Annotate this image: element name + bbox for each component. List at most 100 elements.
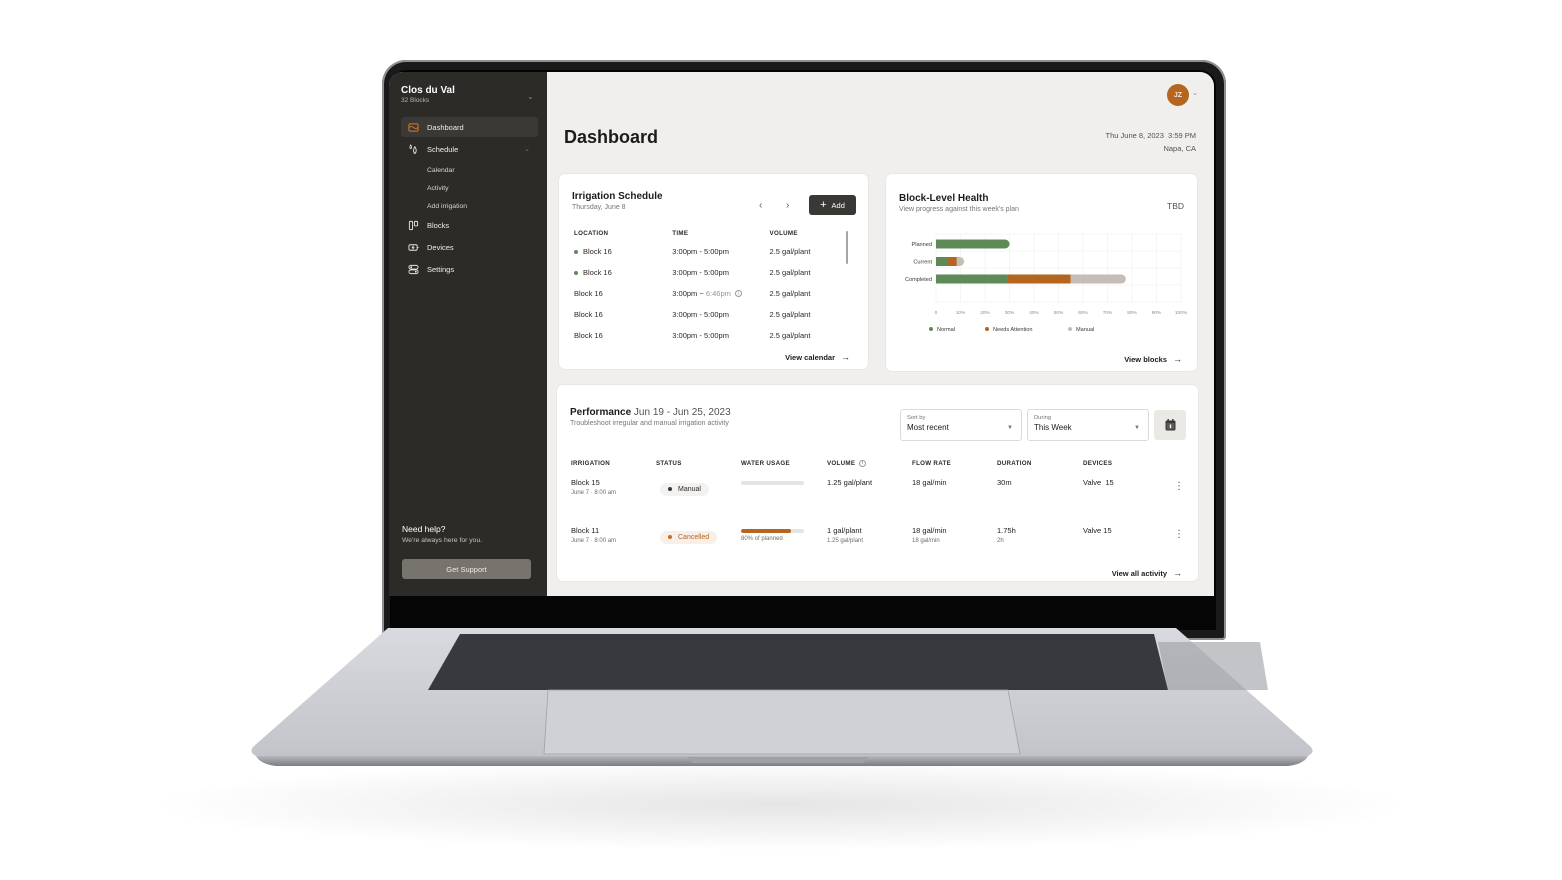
water-usage-fill [741,529,792,533]
chevron-down-icon[interactable]: ⌄ [1192,89,1198,97]
row-volume-planned: 1.25 gal/plant [827,538,864,544]
table-row[interactable]: Block 16 3:00pm ~ 6:46pm i 2.5 gal/plant [574,283,839,304]
sidebar: Clos du Val 32 Blocks ⌄ Dashboard Schedu… [389,72,547,596]
sidebar-subitem-add-irrigation[interactable]: Add irrigation [401,197,538,215]
table-header: IRRIGATION STATUS WATER USAGE VOLUME i F… [571,457,1163,469]
sidebar-subitem-calendar[interactable]: Calendar [401,161,538,179]
column-header: FLOW RATE [912,459,952,467]
sidebar-item-devices[interactable]: Devices [401,237,538,257]
calendar-button[interactable] [1154,410,1186,440]
legend-label: Manual [1076,327,1094,333]
column-header: WATER USAGE [741,459,790,467]
view-blocks-link[interactable]: View blocks → [1124,354,1182,364]
view-calendar-link[interactable]: View calendar → [785,352,850,362]
schedule-table: LOCATION TIME VOLUME Block 16 3:00pm - 5… [574,227,839,346]
info-icon[interactable]: i [859,459,867,467]
chevron-left-icon[interactable]: ‹ [759,200,762,211]
water-usage-bar [741,481,804,485]
row-volume: 2.5 gal/plant [769,310,811,319]
caret-down-icon: ▼ [1007,425,1013,431]
schedule-date: Thursday, June 8 [572,204,626,211]
sidebar-item-blocks[interactable]: Blocks [401,215,538,235]
table-row[interactable]: Block 16 3:00pm - 5:00pm 2.5 gal/plant [574,262,839,283]
water-usage-bar [741,529,804,533]
row-duration: 1.75h [997,526,1016,535]
water-drops-icon [407,143,419,155]
bar-segment-needs-attention [947,257,957,266]
row-location: Block 16 [574,289,603,298]
arrow-right-icon: → [841,352,850,362]
sidebar-item-label: Dashboard [427,122,464,132]
x-tick-label: 0 [935,310,938,316]
dashboard-icon [407,121,419,133]
sidebar-item-schedule[interactable]: Schedule ⌄ [401,139,538,159]
table-row[interactable]: Block 15 June 7 · 8:00 am Manual 1.25 ga… [571,478,1163,496]
view-all-activity-link[interactable]: View all activity → [1112,568,1182,578]
org-switcher[interactable]: Clos du Val 32 Blocks [401,85,455,104]
row-volume: 2.5 gal/plant [769,331,811,340]
block-health-chart: 0 10% 20% 30% 40% 50% 60% 70% 80% 90% 100% Planned C… [905,233,1188,333]
sidebar-item-dashboard[interactable]: Dashboard [401,117,538,137]
row-duration-planned: 2h [997,538,1004,544]
table-row[interactable]: Block 16 3:00pm - 5:00pm 2.5 gal/plant [574,325,839,346]
column-header: DURATION [997,459,1032,467]
sidebar-item-label: Settings [427,264,455,274]
info-icon[interactable]: i [734,290,742,297]
performance-date-range: Jun 19 - Jun 25, 2023 [633,407,731,418]
sidebar-item-settings[interactable]: Settings [401,259,538,279]
legend-marker [929,327,933,331]
row-flow-rate-planned: 18 gal/min [912,538,940,544]
row-volume: 1 gal/plant [827,526,862,535]
scrollbar[interactable] [846,231,848,264]
bar-segment-normal [936,274,1008,284]
get-support-button[interactable]: Get Support [402,559,531,579]
row-volume: 2.5 gal/plant [769,247,811,256]
during-select[interactable]: During This Week ▼ [1027,409,1149,441]
active-status-dot [574,270,578,275]
column-header: VOLUME [769,229,798,237]
user-avatar[interactable]: JZ [1167,84,1189,106]
more-options-icon[interactable]: ⋮ [1174,529,1184,540]
column-header: LOCATION [574,229,609,237]
status-label: Manual [678,485,701,493]
sidebar-item-label: Blocks [427,220,450,230]
select-label: During [1034,415,1052,421]
date-location: Thu June 8, 2023 3:59 PM Napa, CA [1106,129,1196,155]
table-row[interactable]: Block 16 3:00pm - 5:00pm 2.5 gal/plant [574,304,839,325]
status-badge: TBD [1167,201,1184,211]
x-tick-label: 90% [1152,310,1162,316]
chevron-down-icon[interactable]: ⌄ [527,92,535,101]
column-header: IRRIGATION [571,459,610,467]
table-row[interactable]: Block 16 3:00pm - 5:00pm 2.5 gal/plant [574,241,839,262]
performance-title: Performance [570,407,632,418]
x-tick-label: 100% [1175,310,1188,316]
main-content: JZ ⌄ Dashboard Thu June 8, 2023 3:59 PM … [547,72,1214,596]
page-title: Dashboard [564,127,659,147]
block-health-card: Block-Level Health View progress against… [886,174,1197,371]
add-irrigation-button[interactable]: + Add [809,195,856,215]
active-status-dot [574,249,578,254]
more-options-icon[interactable]: ⋮ [1174,481,1184,492]
bar-segment-needs-attention [1007,274,1071,284]
row-time: 3:00pm - 5:00pm [672,268,729,277]
row-time: 3:00pm ~ [672,289,706,298]
org-block-count: 32 Blocks [401,97,430,104]
select-label: Sort by [907,415,926,421]
row-flow-rate: 18 gal/min [912,478,947,487]
row-time: 3:00pm - 5:00pm [672,247,729,256]
row-time-estimated-end: 6:46pm [705,289,731,298]
row-timestamp: June 7 · 8:00 am [571,490,617,496]
chevron-down-icon[interactable]: ⌄ [524,145,530,153]
column-header: DEVICES [1083,459,1113,467]
row-duration: 30m [997,478,1012,487]
chevron-right-icon[interactable]: › [786,200,789,211]
blocks-icon [407,219,419,231]
link-label: View calendar [785,352,835,362]
card-subtitle: View progress against this week's plan [899,206,1019,213]
status-dot [668,535,672,539]
row-device: Valve 15 [1083,478,1114,487]
sidebar-subitem-activity[interactable]: Activity [401,179,538,197]
sort-by-select[interactable]: Sort by Most recent ▼ [900,409,1022,441]
table-row[interactable]: Block 11 June 7 · 8:00 am Cancelled 80% … [571,526,1163,544]
performance-card: Performance Jun 19 - Jun 25, 2023 Troubl… [557,385,1198,581]
